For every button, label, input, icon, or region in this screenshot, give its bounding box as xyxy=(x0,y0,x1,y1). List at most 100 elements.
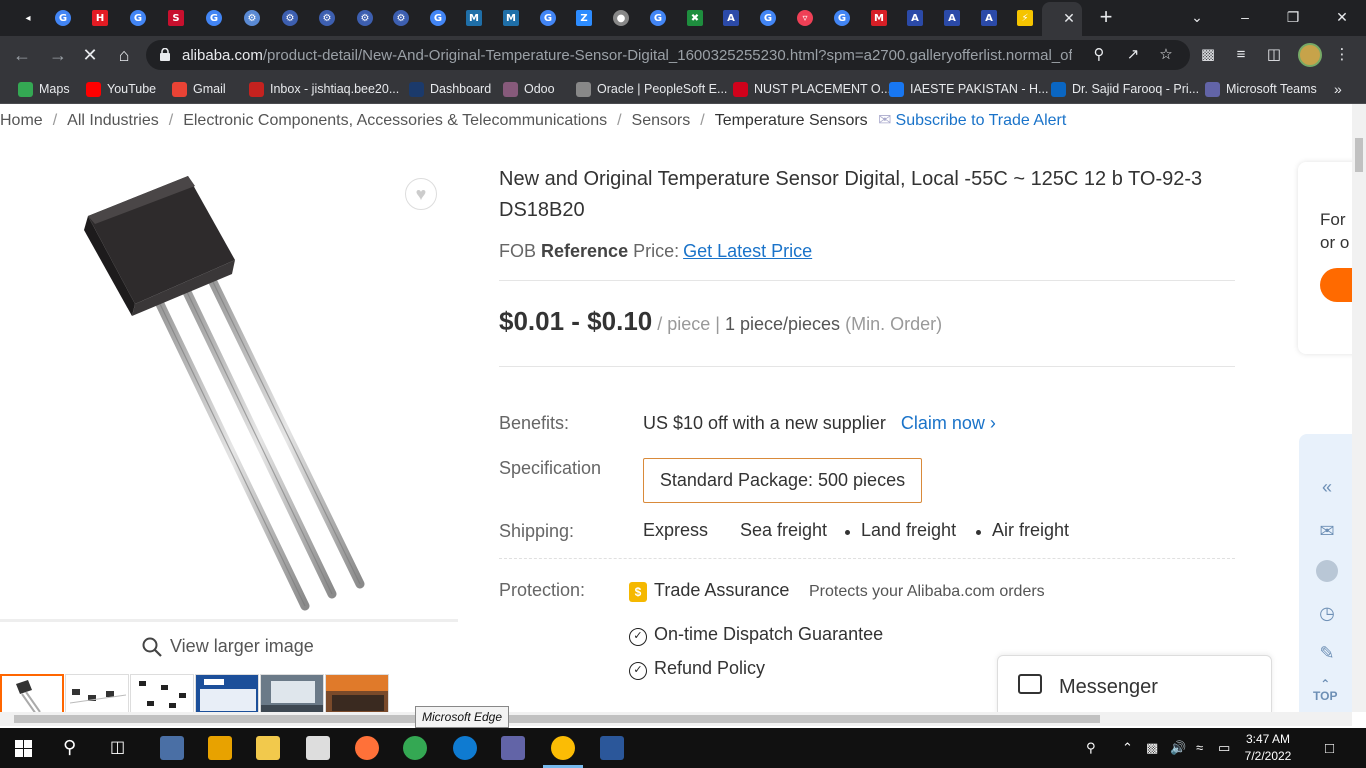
subscribe-link[interactable]: Subscribe to Trade Alert xyxy=(896,112,1067,129)
side-panel-icon[interactable]: ◫ xyxy=(1264,45,1284,65)
share-icon[interactable]: ↗ xyxy=(1124,46,1142,64)
breadcrumb-sensors[interactable]: Sensors xyxy=(632,112,691,129)
back-icon[interactable]: ← xyxy=(8,41,36,69)
browser-tab[interactable]: Z xyxy=(566,4,602,32)
back-to-top-button[interactable]: ⌃ TOP xyxy=(1313,678,1337,702)
browser-tab[interactable]: A xyxy=(897,4,933,32)
browser-tab[interactable]: ▿ xyxy=(787,4,823,32)
address-bar[interactable]: alibaba.com/product-detail/New-And-Origi… xyxy=(146,40,1190,70)
breadcrumb-temperature-sensors[interactable]: Temperature Sensors xyxy=(715,112,868,129)
store-app-icon[interactable] xyxy=(208,736,232,760)
browser-tab[interactable]: S xyxy=(158,4,194,32)
mail-icon[interactable]: ✉ xyxy=(1316,520,1338,542)
claim-now-link[interactable]: Claim now › xyxy=(901,413,996,433)
stop-icon[interactable]: ✕ xyxy=(76,41,104,69)
vertical-scrollbar[interactable] xyxy=(1352,104,1366,712)
history-clock-icon[interactable]: ◷ xyxy=(1316,602,1338,624)
bookmark-item[interactable]: Gmail xyxy=(172,80,226,98)
notification-icon[interactable]: □ xyxy=(1325,740,1334,757)
specification-option[interactable]: Standard Package: 500 pieces xyxy=(643,458,922,503)
search-icon[interactable]: ⚲ xyxy=(63,737,76,758)
teams-icon[interactable] xyxy=(501,736,525,760)
security-icon[interactable]: ▩ xyxy=(1146,740,1158,756)
bookmarks-overflow-icon[interactable]: » xyxy=(1334,80,1342,98)
chrome-active-icon[interactable] xyxy=(551,736,575,760)
contact-supplier-button[interactable] xyxy=(1320,268,1352,302)
trade-assurance-label[interactable]: Trade Assurance xyxy=(654,580,789,601)
browser-tab[interactable]: ◂ xyxy=(10,4,46,32)
browser-tab[interactable]: G xyxy=(420,4,456,32)
bookmark-item[interactable]: IAESTE PAKISTAN - H... xyxy=(889,80,1048,98)
browser-tab[interactable]: G xyxy=(530,4,566,32)
bookmark-item[interactable]: Microsoft Teams xyxy=(1205,80,1317,98)
browser-tab[interactable]: M xyxy=(861,4,897,32)
minimize-icon[interactable]: – xyxy=(1230,4,1260,30)
mail-app-icon[interactable] xyxy=(306,736,330,760)
chrome-icon[interactable] xyxy=(403,736,427,760)
browser-tab[interactable]: G xyxy=(824,4,860,32)
browser-tab[interactable]: G xyxy=(45,4,81,32)
bookmark-item[interactable]: NUST PLACEMENT O... xyxy=(733,80,891,98)
edge-icon[interactable] xyxy=(453,736,477,760)
browser-tab[interactable]: ⚙ xyxy=(272,4,308,32)
view-larger-image-link[interactable]: View larger image xyxy=(142,636,314,657)
bookmark-item[interactable]: Dashboard xyxy=(409,80,491,98)
battery-icon[interactable]: ▭ xyxy=(1218,740,1230,756)
thumbnail-4[interactable] xyxy=(195,674,259,712)
browser-tab[interactable]: ⚙ xyxy=(347,4,383,32)
horizontal-scrollbar[interactable] xyxy=(0,712,1352,726)
thumbnail-1[interactable] xyxy=(0,674,64,712)
messenger-widget[interactable]: Messenger xyxy=(997,655,1272,712)
thumbnail-6[interactable] xyxy=(325,674,389,712)
browser-tab[interactable]: ⚙ xyxy=(234,4,270,32)
bookmark-item[interactable]: Odoo xyxy=(503,80,555,98)
bookmark-item[interactable]: Dr. Sajid Farooq - Pri... xyxy=(1051,80,1199,98)
thumbnail-5[interactable] xyxy=(260,674,324,712)
browser-tab[interactable]: G xyxy=(196,4,232,32)
favorite-heart-icon[interactable]: ♥ xyxy=(405,178,437,210)
collapse-double-chevron-icon[interactable]: « xyxy=(1316,476,1338,498)
bookmark-item[interactable]: Inbox - jishtiaq.bee20... xyxy=(249,80,399,98)
menu-icon[interactable]: ⋮ xyxy=(1332,45,1352,65)
browser-tab[interactable]: G xyxy=(640,4,676,32)
browser-tab[interactable]: ⚙ xyxy=(309,4,345,32)
browser-tab[interactable]: A xyxy=(713,4,749,32)
firefox-icon[interactable] xyxy=(355,736,379,760)
tab-search-icon[interactable]: ⌄ xyxy=(1182,4,1212,30)
browser-tab[interactable]: ✖ xyxy=(677,4,713,32)
bookmark-item[interactable]: Maps xyxy=(18,80,70,98)
close-tab-icon[interactable]: ✕ xyxy=(1059,8,1079,28)
profile-avatar[interactable] xyxy=(1298,43,1322,67)
reading-list-icon[interactable]: ≡ xyxy=(1231,45,1251,65)
restore-icon[interactable]: ❐ xyxy=(1278,4,1308,30)
system-clock[interactable]: 3:47 AM 7/2/2022 xyxy=(1238,731,1298,765)
browser-tab[interactable]: A xyxy=(934,4,970,32)
edit-note-icon[interactable]: ✎ xyxy=(1316,642,1338,664)
get-latest-price-link[interactable]: Get Latest Price xyxy=(683,241,812,261)
bookmark-item[interactable]: Oracle | PeopleSoft E... xyxy=(576,80,727,98)
browser-tab[interactable]: ⚙ xyxy=(383,4,419,32)
breadcrumb-electronic-components[interactable]: Electronic Components, Accessories & Tel… xyxy=(183,112,607,129)
bookmark-item[interactable]: YouTube xyxy=(86,80,156,98)
volume-icon[interactable]: 🔊 xyxy=(1170,740,1186,756)
windows-start-icon[interactable] xyxy=(15,740,32,757)
browser-tab[interactable]: M xyxy=(456,4,492,32)
browser-tab[interactable]: ● xyxy=(603,4,639,32)
breadcrumb-home[interactable]: Home xyxy=(0,112,43,129)
bookmark-star-icon[interactable]: ☆ xyxy=(1157,46,1175,64)
word-icon[interactable] xyxy=(600,736,624,760)
close-window-icon[interactable]: ✕ xyxy=(1327,4,1357,30)
extensions-icon[interactable]: ▩ xyxy=(1198,45,1218,65)
forward-icon[interactable]: → xyxy=(44,41,72,69)
browser-tab[interactable]: ⚡ xyxy=(1007,4,1043,32)
wifi-icon[interactable]: ≈ xyxy=(1196,740,1203,755)
browser-tab[interactable]: M xyxy=(493,4,529,32)
task-view-icon[interactable]: ◫ xyxy=(110,737,125,757)
paint-app-icon[interactable] xyxy=(160,736,184,760)
zoom-icon[interactable]: ⚲ xyxy=(1090,46,1108,64)
home-icon[interactable]: ⌂ xyxy=(110,41,138,69)
product-main-image[interactable] xyxy=(0,164,458,622)
thumbnail-2[interactable] xyxy=(65,674,129,712)
breadcrumb-all-industries[interactable]: All Industries xyxy=(67,112,159,129)
thumbnail-3[interactable] xyxy=(130,674,194,712)
